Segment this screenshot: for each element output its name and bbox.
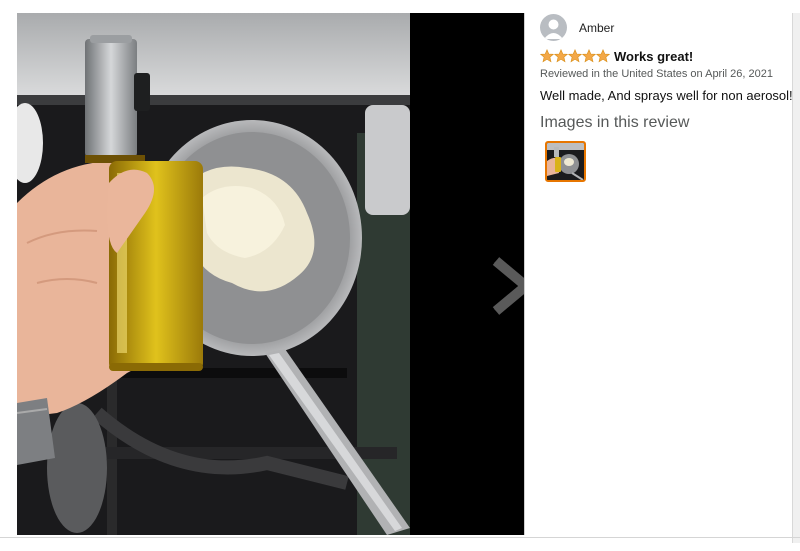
star-icon [582, 49, 596, 63]
reviewer-row: Amber [540, 14, 792, 41]
star-icon [554, 49, 568, 63]
review-title-row: Works great! [540, 48, 792, 64]
top-strip [0, 0, 800, 13]
star-rating[interactable] [540, 49, 610, 63]
panel-divider [524, 13, 525, 535]
review-title[interactable]: Works great! [614, 49, 693, 64]
next-image-button[interactable] [490, 257, 524, 315]
review-image-thumbnail[interactable] [545, 141, 586, 182]
star-icon [540, 49, 554, 63]
user-avatar-icon [540, 14, 567, 41]
review-date: Reviewed in the United States on April 2… [540, 68, 773, 80]
image-viewer [17, 13, 524, 535]
bottom-divider [0, 537, 800, 538]
star-icon [568, 49, 582, 63]
review-panel: Amber Works great! Reviewed in the Unite… [540, 14, 793, 182]
star-icon [596, 49, 610, 63]
review-photo [17, 13, 410, 535]
reviewer-name[interactable]: Amber [579, 21, 614, 35]
scrollbar[interactable] [792, 13, 800, 543]
images-heading: Images in this review [540, 114, 690, 131]
review-body: Well made, And sprays well for non aeros… [540, 88, 793, 103]
chevron-right-icon [492, 257, 524, 315]
